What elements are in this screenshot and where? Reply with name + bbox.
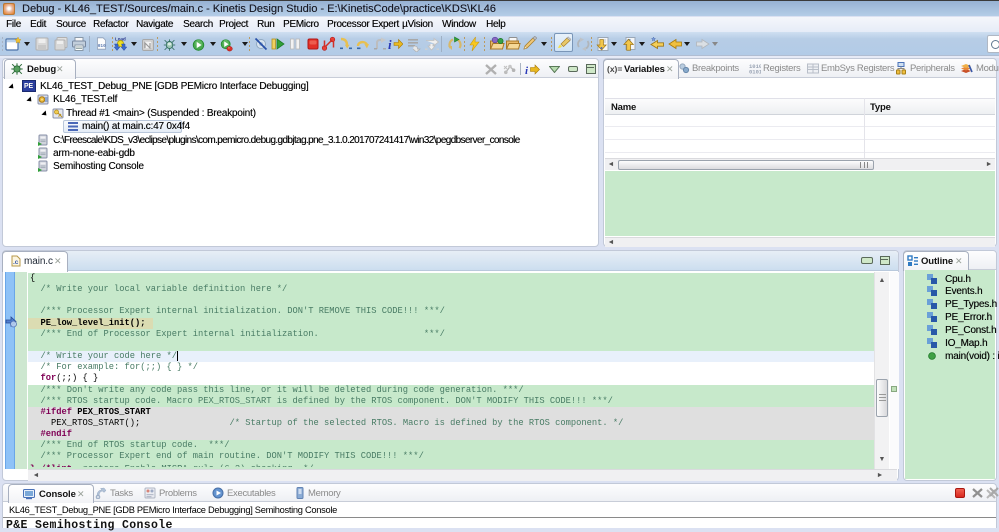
svg-text:0101: 0101: [749, 69, 761, 75]
svg-text:PE: PE: [24, 83, 33, 90]
svg-text:i: i: [525, 65, 529, 76]
svg-text:i: i: [388, 37, 392, 52]
svg-text:010: 010: [98, 43, 106, 49]
svg-text:.c: .c: [13, 259, 19, 266]
